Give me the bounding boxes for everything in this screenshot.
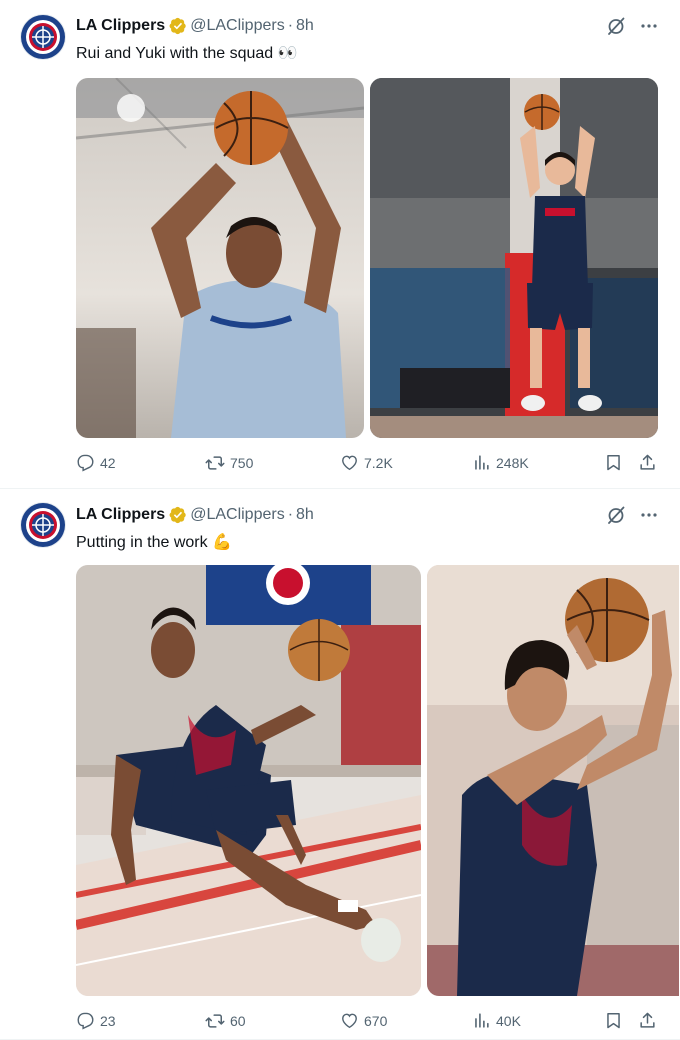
views-icon [475, 455, 489, 470]
author-name[interactable]: LA Clippers [76, 506, 165, 524]
author-handle[interactable]: @LAClippers [190, 17, 285, 35]
repost-count: 60 [230, 1013, 246, 1029]
grok-icon[interactable] [606, 505, 626, 525]
tweet-header: LA Clippers @LAClippers · 8h [76, 17, 314, 35]
like-button[interactable]: 670 [340, 1011, 387, 1030]
clippers-logo [21, 15, 65, 59]
tweet-photo[interactable] [370, 78, 658, 438]
repost-icon [205, 1014, 225, 1028]
share-icon [640, 454, 655, 470]
tweet[interactable]: LA Clippers @LAClippers · 8h Rui and Yuk… [0, 0, 680, 489]
repost-count: 750 [230, 455, 254, 471]
tweet-text: Rui and Yuki with the squad 👀 [76, 45, 298, 62]
clippers-logo [21, 503, 65, 547]
like-icon [342, 1013, 357, 1029]
share-icon [640, 1012, 655, 1028]
tweet-photo[interactable] [76, 565, 421, 996]
tweet-text: Putting in the work 💪 [76, 534, 232, 551]
bookmark-button[interactable] [604, 453, 623, 472]
separator-dot: · [287, 17, 294, 34]
media-grid [76, 565, 679, 996]
reply-button[interactable]: 42 [76, 453, 116, 472]
verified-badge-icon[interactable] [169, 506, 187, 524]
avatar[interactable] [20, 502, 66, 548]
tweet-top-icons [606, 505, 658, 525]
like-count: 7.2K [364, 454, 393, 471]
media-grid [76, 78, 658, 438]
repost-icon [205, 456, 225, 470]
tweet-photo[interactable] [427, 565, 679, 996]
bookmark-icon [607, 1013, 620, 1029]
tweet-header: LA Clippers @LAClippers · 8h [76, 506, 314, 524]
timestamp[interactable]: 8h [296, 17, 314, 35]
views-count: 248K [496, 454, 529, 471]
repost-button[interactable]: 750 [205, 453, 253, 473]
reply-count: 23 [100, 1012, 116, 1029]
views-button[interactable]: 40K [472, 1011, 521, 1030]
bookmark-button[interactable] [604, 1011, 623, 1030]
tweet-actions: 23 60 670 40K [76, 1011, 658, 1033]
views-icon [475, 1013, 489, 1028]
reply-icon [77, 454, 94, 472]
like-count: 670 [364, 1012, 388, 1029]
share-button[interactable] [638, 453, 657, 472]
reply-button[interactable]: 23 [76, 1011, 116, 1030]
author-name[interactable]: LA Clippers [76, 17, 165, 35]
verified-badge-icon[interactable] [169, 17, 187, 35]
separator-dot: · [287, 506, 294, 523]
views-button[interactable]: 248K [472, 453, 529, 472]
bookmark-icon [607, 455, 620, 471]
author-handle[interactable]: @LAClippers [190, 506, 285, 524]
tweet-actions: 42 750 7.2K 248K [76, 453, 658, 475]
repost-button[interactable]: 60 [205, 1011, 246, 1031]
more-icon[interactable] [640, 506, 658, 524]
share-button[interactable] [638, 1011, 657, 1030]
reply-icon [77, 1012, 94, 1030]
more-icon[interactable] [640, 17, 658, 35]
tweet[interactable]: LA Clippers @LAClippers · 8h Putting in … [0, 489, 680, 1040]
views-count: 40K [496, 1012, 521, 1029]
tweet-top-icons [606, 16, 658, 36]
like-button[interactable]: 7.2K [340, 453, 393, 472]
like-icon [342, 455, 357, 471]
timestamp[interactable]: 8h [296, 506, 314, 524]
reply-count: 42 [100, 454, 116, 471]
avatar[interactable] [20, 14, 66, 60]
grok-icon[interactable] [606, 16, 626, 36]
tweet-photo[interactable] [76, 78, 364, 438]
